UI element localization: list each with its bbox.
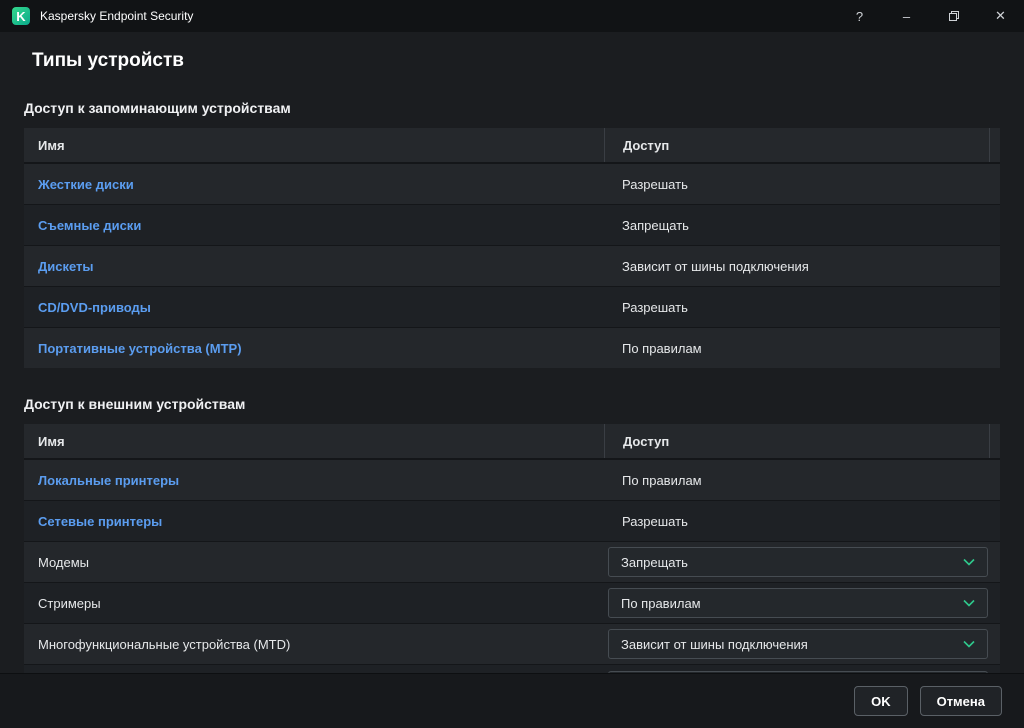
scrollbar-track[interactable] [989,424,1000,458]
table-header: Имя Доступ [24,128,1000,163]
app-window: K Kaspersky Endpoint Security ? – ✕ Типы… [0,0,1024,728]
table-row: Жесткие диски Разрешать [24,163,1000,204]
device-type-link[interactable]: Съемные диски [38,218,141,233]
scrollbar-track [990,164,1000,204]
access-value: По правилам [622,473,702,488]
ok-button[interactable]: OK [854,686,908,716]
scrollbar-track [990,583,1000,623]
app-title: Kaspersky Endpoint Security [40,9,193,23]
access-value: Разрешать [622,300,688,315]
column-header-name: Имя [24,434,604,449]
column-header-name: Имя [24,138,604,153]
table-row: Портативные устройства (MTP) По правилам [24,327,1000,368]
chevron-down-icon [963,640,975,648]
table-row: Дискеты Зависит от шины подключения [24,245,1000,286]
scrollbar-track [990,328,1000,368]
device-type-link[interactable]: Локальные принтеры [38,473,179,488]
scrollbar-track [990,460,1000,500]
table-header: Имя Доступ [24,424,1000,459]
table-row: Сетевые принтеры Разрешать [24,500,1000,541]
section-heading-external-devices: Доступ к внешним устройствам [24,396,1000,412]
scrollbar-track [990,624,1000,664]
page-title: Типы устройств [32,50,1024,72]
scrollbar-track[interactable] [989,128,1000,162]
access-select[interactable]: Зависит от шины подключения [608,629,988,659]
device-type-link[interactable]: Жесткие диски [38,177,134,192]
scrollbar-track [990,542,1000,582]
device-type-link[interactable]: CD/DVD-приводы [38,300,151,315]
access-select-value: Зависит от шины подключения [621,637,808,652]
column-header-access: Доступ [604,128,989,162]
device-type-link[interactable]: Портативные устройства (MTP) [38,341,242,356]
chevron-down-icon [963,558,975,566]
scrollbar-track [990,246,1000,286]
table-row: Стримеры По правилам [24,582,1000,623]
chevron-down-icon [963,599,975,607]
access-select-value: По правилам [621,596,701,611]
kaspersky-logo-icon: K [12,7,30,25]
table-row: Многофункциональные устройства (MTD) Зав… [24,623,1000,664]
column-header-access: Доступ [604,424,989,458]
access-select[interactable]: По правилам [608,588,988,618]
table-row: CD/DVD-приводы Разрешать [24,286,1000,327]
access-select[interactable]: Запрещать [608,547,988,577]
titlebar: K Kaspersky Endpoint Security ? – ✕ [0,0,1024,32]
device-type-label: Модемы [38,555,89,570]
access-value: Запрещать [622,218,689,233]
device-type-label: Многофункциональные устройства (MTD) [38,637,290,652]
scrollbar-track [990,287,1000,327]
table-row: Съемные диски Запрещать [24,204,1000,245]
table-row: Модемы Запрещать [24,541,1000,582]
section-heading-storage-devices: Доступ к запоминающим устройствам [24,100,1000,116]
cancel-button[interactable]: Отмена [920,686,1002,716]
scrollbar-track [990,501,1000,541]
external-devices-table: Имя Доступ Локальные принтеры По правила… [24,424,1000,681]
scrollbar-track [990,205,1000,245]
maximize-button[interactable] [930,0,977,32]
device-type-label: Стримеры [38,596,101,611]
access-value: По правилам [622,341,702,356]
close-button[interactable]: ✕ [977,0,1024,32]
storage-devices-table: Имя Доступ Жесткие диски Разрешать Съемн… [24,128,1000,368]
help-button[interactable]: ? [836,0,883,32]
device-type-link[interactable]: Дискеты [38,259,94,274]
footer-bar: OK Отмена [0,673,1024,728]
access-value: Зависит от шины подключения [622,259,809,274]
access-value: Разрешать [622,177,688,192]
access-value: Разрешать [622,514,688,529]
restore-icon [948,10,960,22]
table-row: Локальные принтеры По правилам [24,459,1000,500]
device-type-link[interactable]: Сетевые принтеры [38,514,162,529]
minimize-button[interactable]: – [883,0,930,32]
access-select-value: Запрещать [621,555,688,570]
